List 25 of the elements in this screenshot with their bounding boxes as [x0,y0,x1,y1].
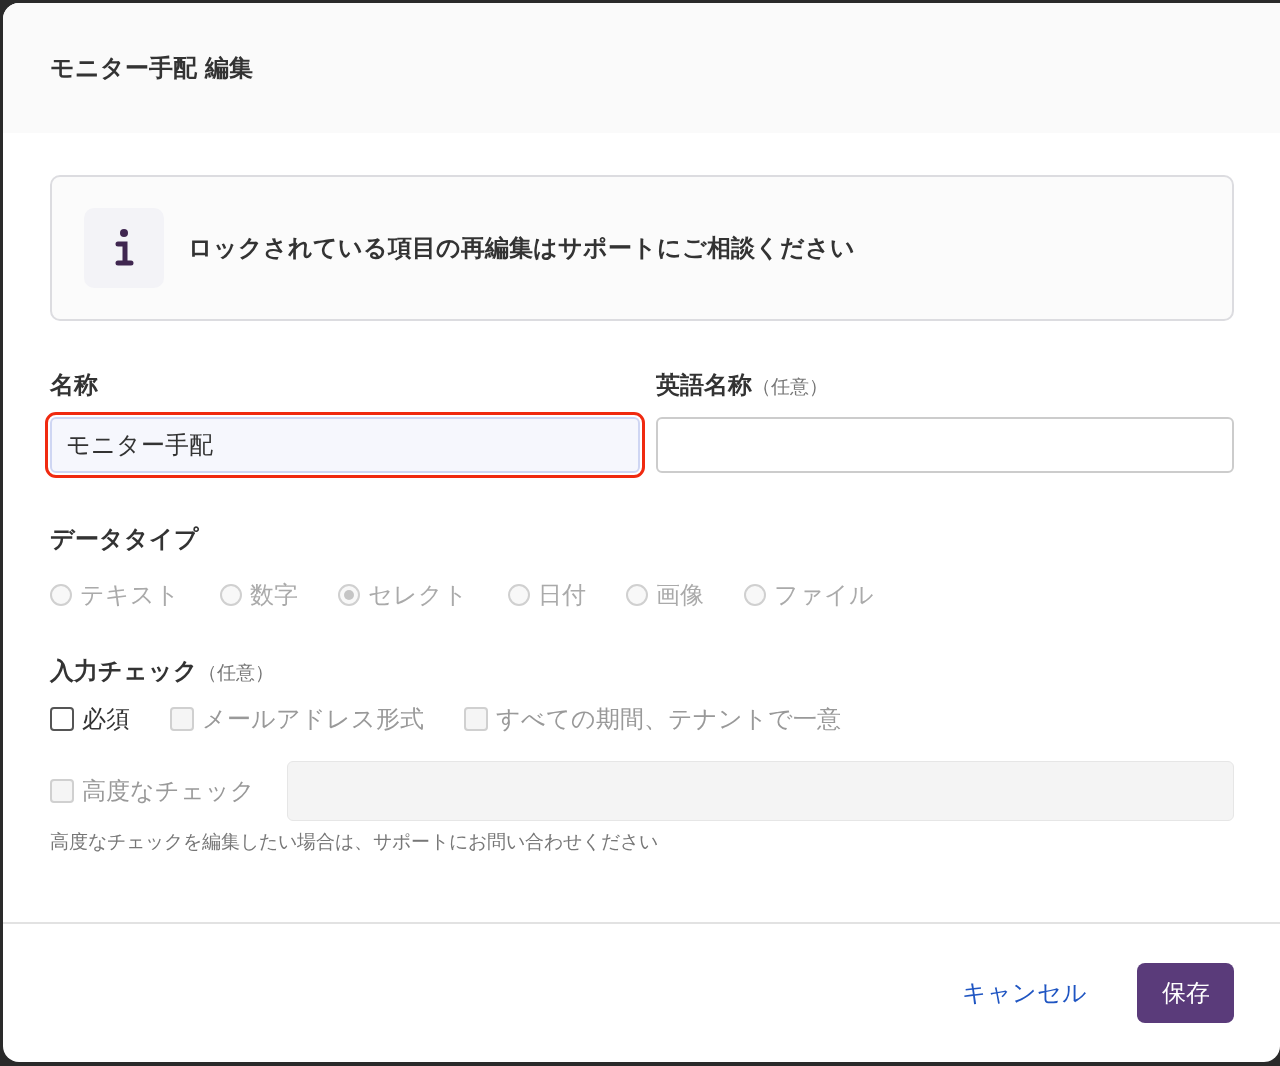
field-label: 名称 [50,370,98,401]
hint-text: 高度なチェックを編集したい場合は、サポートにお問い合わせください [50,829,659,854]
radio-label: 画像 [656,580,704,611]
field-label: 英語名称 [656,370,752,401]
save-button[interactable]: 保存 [1137,963,1234,1023]
checkbox-label: 高度なチェック [82,776,255,807]
notice-text: ロックされている項目の再編集はサポートにご相談ください [188,233,855,264]
checkbox-label: すべての期間、テナントで一意 [496,704,841,735]
optional-note: （任意） [752,374,828,399]
checkbox[interactable] [50,707,74,731]
advanced-check-field[interactable] [287,761,1234,821]
dialog-title: モニター手配 編集 [50,53,254,84]
checkbox-label: メールアドレス形式 [202,704,424,735]
radio-label: 数字 [250,580,298,611]
section-label: 入力チェック [50,656,198,687]
radio-label: テキスト [80,580,180,611]
text-field[interactable] [656,417,1234,473]
info-icon [84,208,164,288]
radio-label: セレクト [368,580,468,611]
cancel-button[interactable]: キャンセル [962,977,1087,1009]
checkbox-label: 必須 [82,704,130,735]
radio-label: ファイル [774,580,874,611]
radio-label: 日付 [538,580,586,611]
section-label: データタイプ [50,524,199,555]
optional-note: （任意） [198,660,274,685]
